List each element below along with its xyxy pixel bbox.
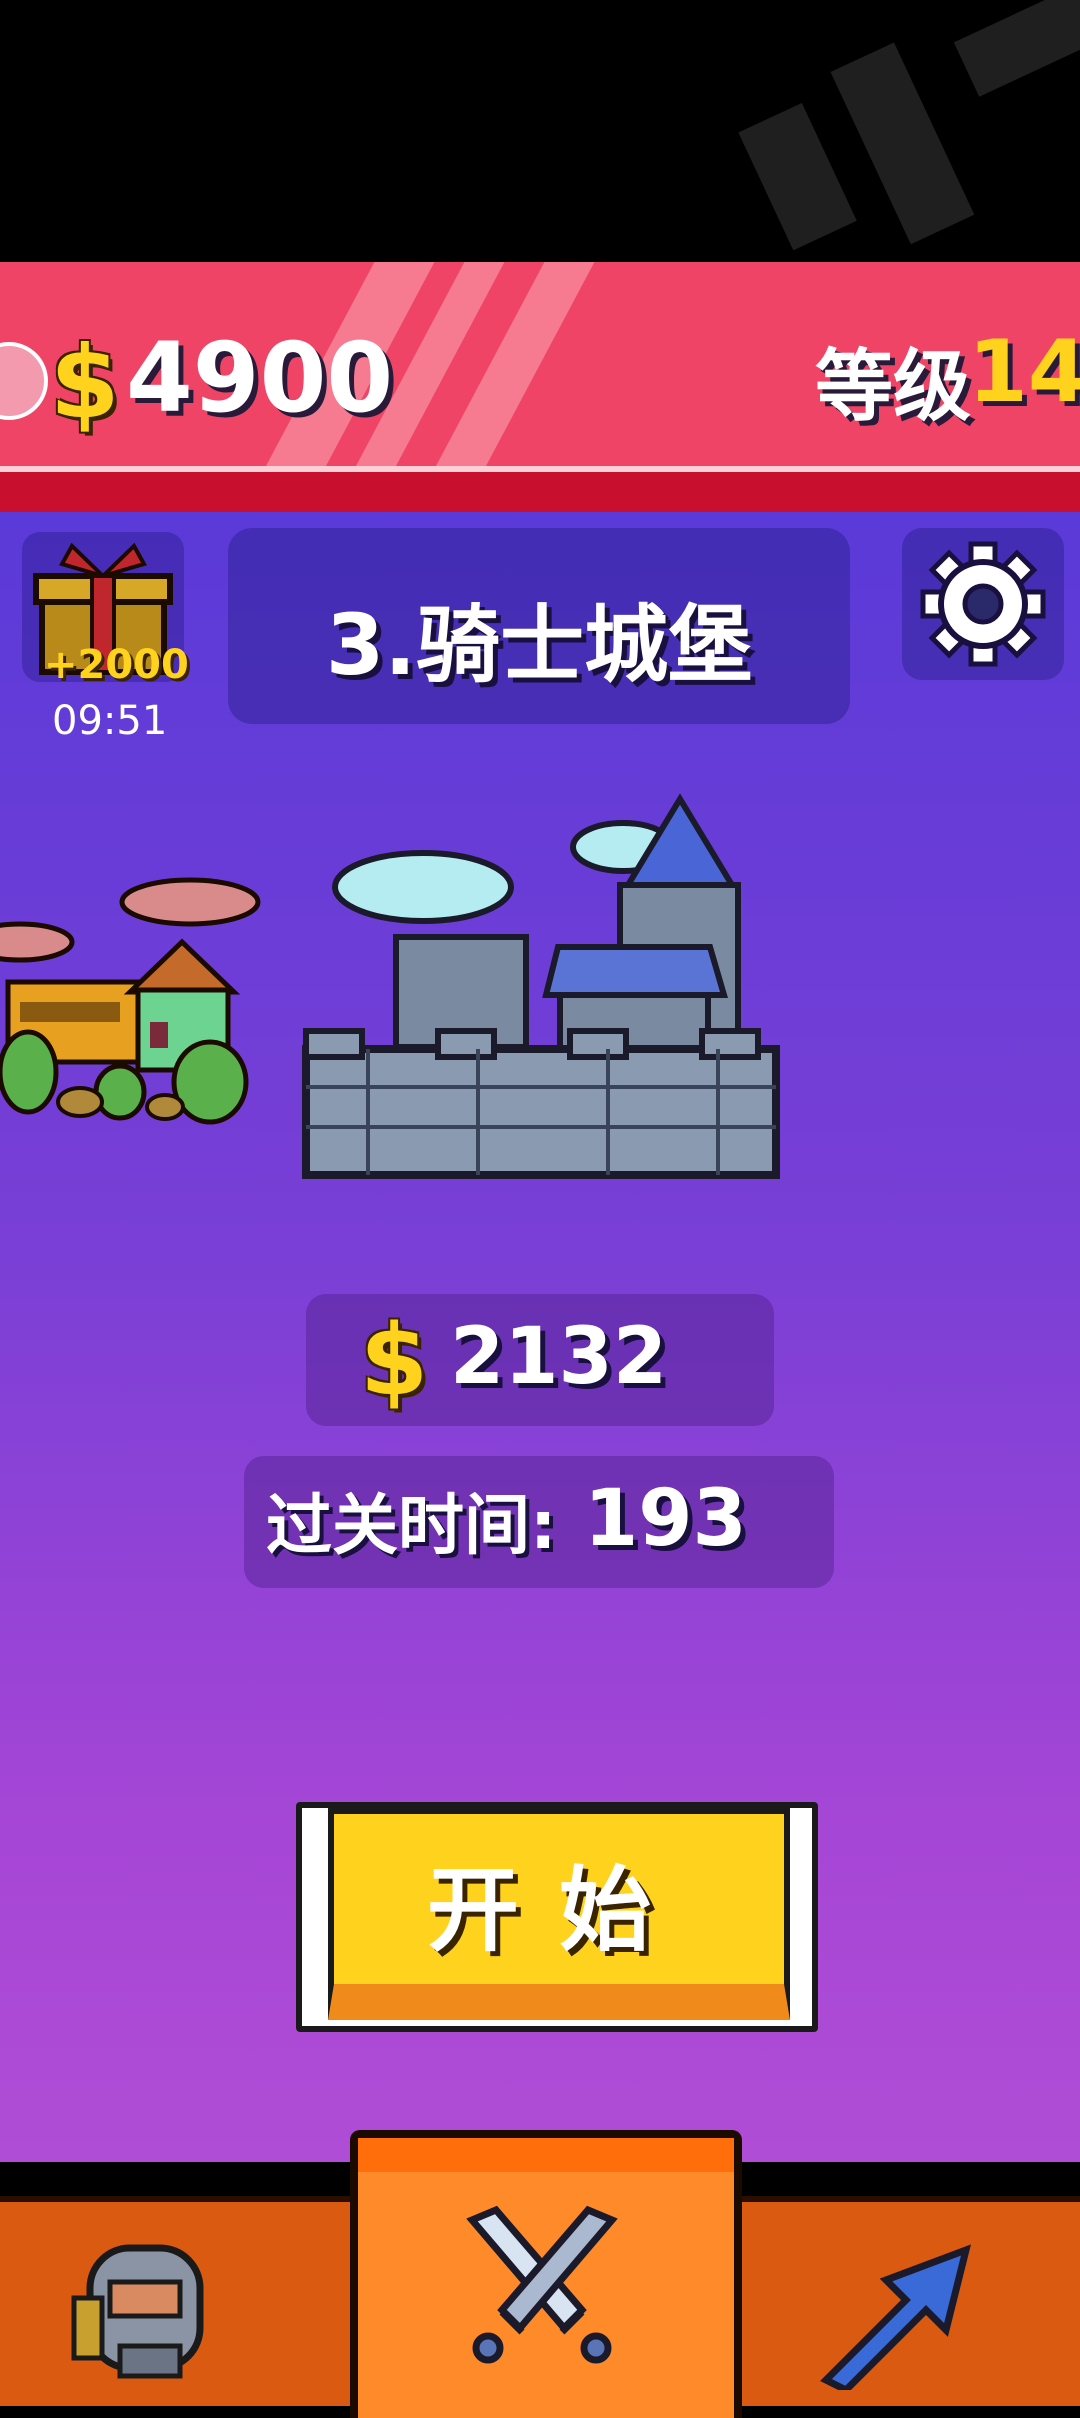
player-avatar[interactable] — [0, 342, 48, 420]
money-counter: 4900 — [126, 322, 394, 434]
level-reward: 2132 — [450, 1312, 668, 1402]
status-area — [0, 0, 1080, 262]
level-value: 14 — [968, 322, 1080, 422]
clear-time-value: 193 — [584, 1474, 747, 1564]
crossed-swords-icon — [466, 2205, 618, 2364]
level-select-screen: +2000 09:51 3.骑士城堡 $ 2132 过关时间: 193 开始 — [0, 512, 1080, 2162]
gear-icon — [920, 541, 1046, 667]
tab-battle-highlight — [358, 2138, 734, 2172]
level-name: 3.骑士城堡 — [325, 596, 753, 694]
arrow-up-right-icon[interactable] — [816, 2240, 976, 2390]
knight-castle-illustration[interactable] — [298, 787, 788, 1197]
coin-icon: $ — [360, 1304, 429, 1418]
watermark-logo — [738, 0, 1080, 250]
settings-button[interactable] — [902, 528, 1064, 680]
previous-level-town[interactable] — [0, 862, 270, 1142]
level-title-panel: 3.骑士城堡 — [228, 528, 850, 724]
start-button-face: 开始 — [328, 1808, 790, 2020]
start-button[interactable]: 开始 — [296, 1802, 818, 2032]
header-band — [0, 466, 1080, 512]
knight-character-icon[interactable] — [70, 2238, 230, 2388]
clear-time-label: 过关时间: — [266, 1487, 557, 1564]
level-label: 等级 — [815, 342, 972, 432]
start-button-label: 开始 — [426, 1857, 691, 1964]
top-bar: $ 4900 等级 14 — [0, 262, 1080, 512]
gift-timer: 09:51 — [52, 698, 168, 744]
gift-reward: +2000 — [44, 642, 189, 688]
coin-icon: $ — [50, 324, 120, 441]
